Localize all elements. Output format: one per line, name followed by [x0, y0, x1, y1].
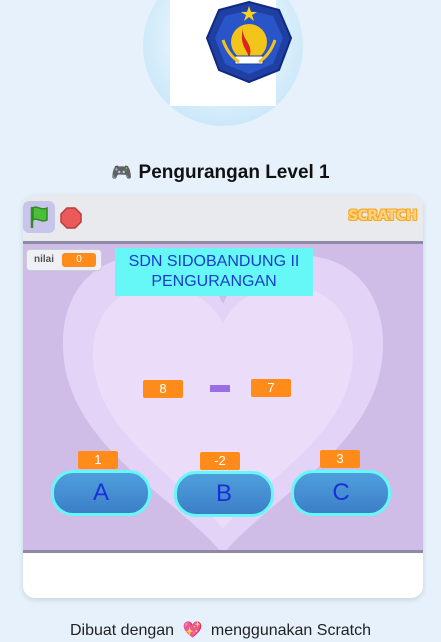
player-toolbar: SCRATCH — [23, 195, 423, 241]
scratch-brand-logo[interactable]: SCRATCH — [348, 208, 417, 224]
banner-subject: PENGURANGAN — [151, 273, 277, 290]
heart-icon: 💖 — [182, 622, 203, 639]
score-value: 0 — [62, 253, 96, 267]
page-title: 🎮 Pengurangan Level 1 — [0, 162, 441, 184]
first-operand: 8 — [143, 380, 183, 398]
footer-prefix: Dibuat dengan — [69, 622, 175, 639]
green-flag-icon — [30, 206, 48, 228]
answer-b-button[interactable]: B — [174, 471, 274, 517]
second-operand: 7 — [251, 379, 291, 397]
green-flag-button[interactable] — [23, 201, 55, 233]
score-monitor: nilai 0 — [26, 249, 102, 271]
game-controller-icon: 🎮 — [111, 163, 133, 182]
logo-container — [143, 0, 303, 126]
answer-b-value: -2 — [200, 452, 240, 470]
answer-c-value: 3 — [320, 450, 360, 468]
answer-a-button[interactable]: A — [51, 470, 151, 516]
score-label: nilai — [34, 254, 55, 265]
stop-button[interactable] — [60, 207, 82, 229]
title-text: Pengurangan Level 1 — [138, 162, 330, 183]
footer: Dibuat dengan 💖 menggunakan Scratch — [0, 620, 441, 640]
minus-operator — [210, 385, 230, 392]
logo-card — [170, 0, 293, 106]
answer-c-button[interactable]: C — [291, 470, 391, 516]
scratch-player: SCRATCH nilai 0 SDN SIDOBANDUNG II PENGU… — [23, 195, 423, 598]
project-stage[interactable]: nilai 0 SDN SIDOBANDUNG II PENGURANGAN 8… — [23, 241, 423, 553]
answer-a-value: 1 — [78, 451, 118, 469]
footer-suffix: menggunakan Scratch — [210, 622, 372, 639]
school-emblem-icon — [205, 0, 293, 84]
title-banner: SDN SIDOBANDUNG II PENGURANGAN — [115, 248, 313, 296]
banner-school-name: SDN SIDOBANDUNG II — [128, 253, 300, 270]
